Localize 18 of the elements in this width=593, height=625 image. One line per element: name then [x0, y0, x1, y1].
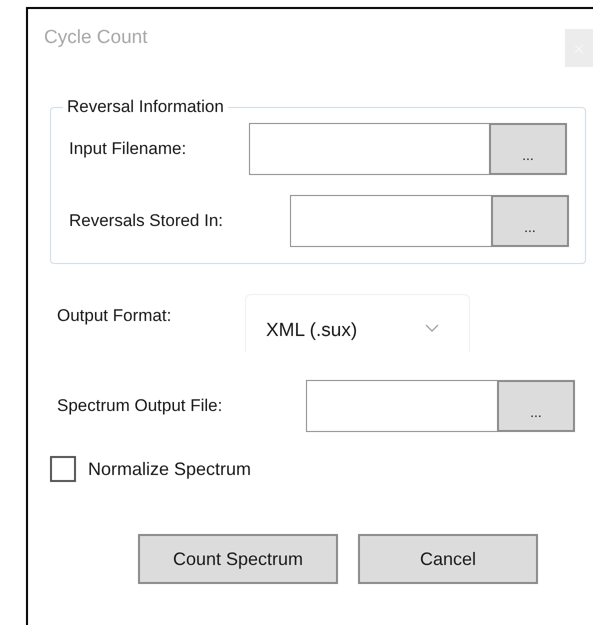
format-dropdown[interactable]: XML (.sux)	[245, 294, 470, 352]
checkbox-label: Normalize Spectrum	[88, 458, 252, 480]
input-field[interactable]	[249, 123, 489, 175]
input-field[interactable]	[306, 380, 497, 432]
chevron-icon	[425, 324, 439, 332]
browse-button[interactable]: ...	[489, 123, 567, 175]
window-title: Cycle Count	[44, 27, 148, 49]
cancel-button[interactable]: Cancel	[358, 534, 538, 584]
count-button[interactable]: Count Spectrum	[138, 534, 338, 584]
browse-button[interactable]: ...	[497, 380, 575, 432]
field-label: Output Format:	[57, 306, 172, 326]
checkbox[interactable]	[50, 456, 76, 482]
group-legend: Reversal Information	[63, 97, 228, 117]
input-field[interactable]	[290, 195, 491, 247]
field-label: Reversals Stored In:	[69, 211, 224, 231]
field-label: Input Filename:	[69, 139, 188, 159]
field-label: Spectrum Output File:	[57, 396, 224, 416]
browse-button[interactable]: ...	[491, 195, 569, 247]
